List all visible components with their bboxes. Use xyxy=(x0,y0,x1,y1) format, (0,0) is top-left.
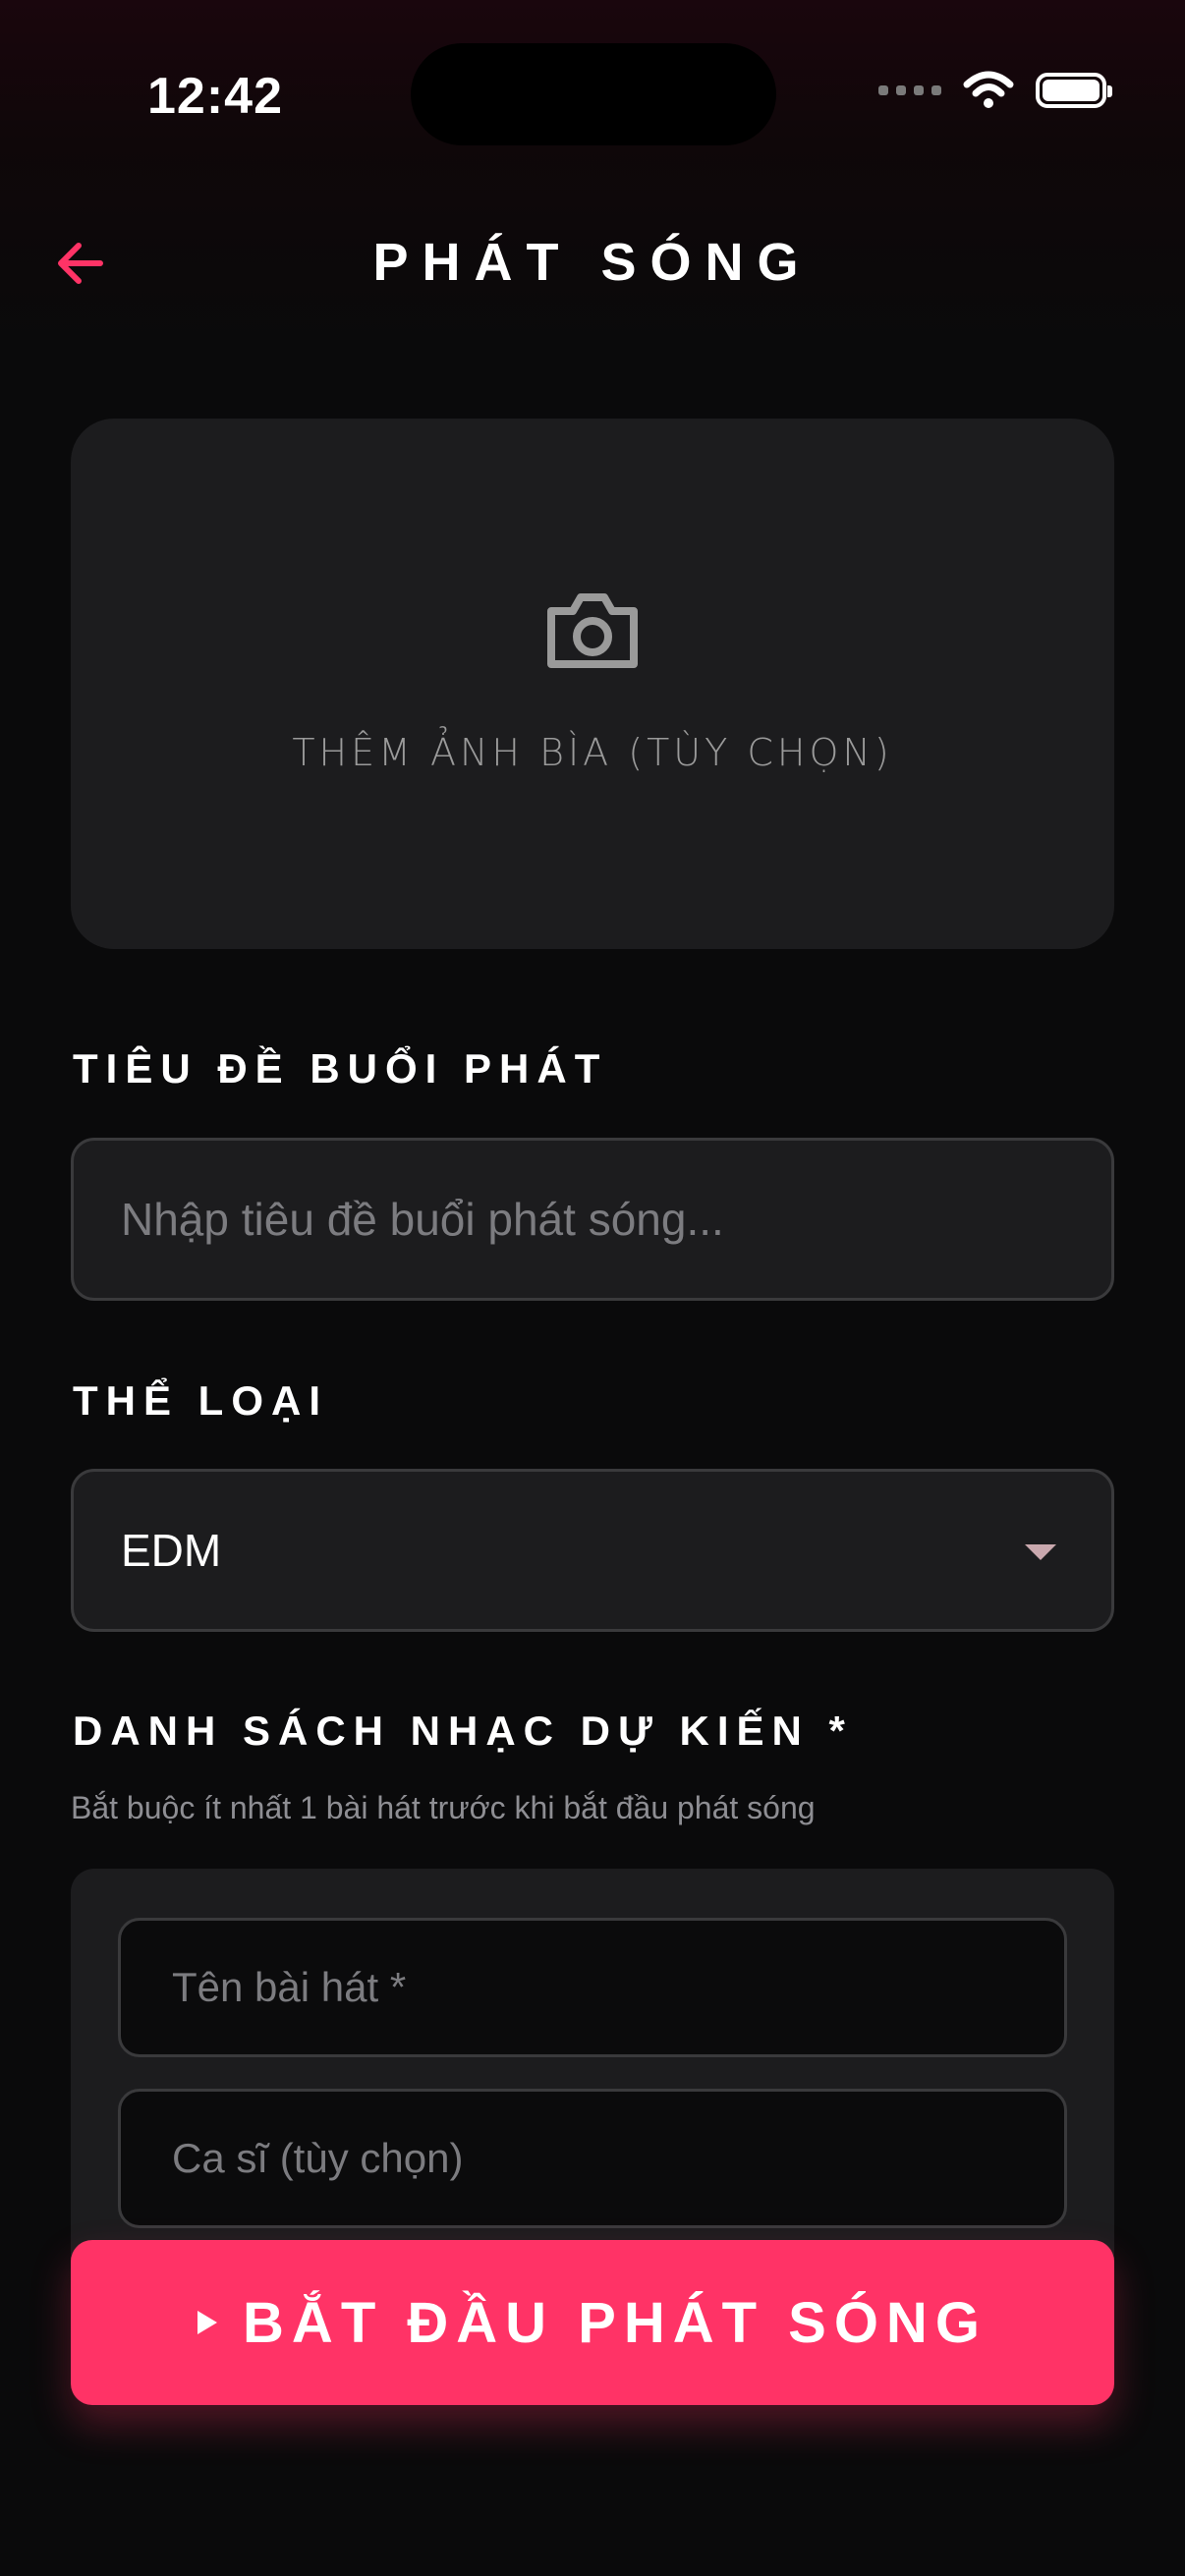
playlist-section-label: DANH SÁCH NHẠC DỰ KIẾN * xyxy=(73,1708,853,1754)
title-placeholder: Nhập tiêu đề buổi phát sóng... xyxy=(121,1194,724,1245)
artist-input[interactable]: Ca sĩ (tùy chọn) xyxy=(118,2089,1067,2228)
start-broadcast-label: BẮT ĐẦU PHÁT SÓNG xyxy=(243,2290,988,2355)
artist-placeholder: Ca sĩ (tùy chọn) xyxy=(172,2135,464,2181)
status-icons xyxy=(878,71,1112,110)
cover-image-picker[interactable] xyxy=(71,419,1114,949)
title-input[interactable]: Nhập tiêu đề buổi phát sóng... xyxy=(71,1138,1114,1301)
wifi-icon xyxy=(963,71,1014,108)
title-section-label: TIÊU ĐỀ BUỔI PHÁT xyxy=(73,1045,608,1092)
dynamic-island xyxy=(411,43,776,145)
genre-section-label: THỂ LOẠI xyxy=(73,1377,328,1424)
battery-icon xyxy=(1036,73,1112,108)
play-icon xyxy=(198,2311,218,2334)
genre-selected-value: EDM xyxy=(121,1525,222,1576)
genre-dropdown[interactable]: EDM xyxy=(71,1469,1114,1632)
status-time: 12:42 xyxy=(147,68,283,125)
cover-label: THÊM ẢNH BÌA (TÙY CHỌN) xyxy=(292,731,893,774)
camera-icon xyxy=(547,593,638,668)
start-broadcast-button[interactable]: BẮT ĐẦU PHÁT SÓNG xyxy=(71,2240,1114,2405)
song-title-input[interactable]: Tên bài hát * xyxy=(118,1918,1067,2057)
playlist-helper-text: Bắt buộc ít nhất 1 bài hát trước khi bắt… xyxy=(71,1790,816,1825)
cellular-signal-icon xyxy=(878,85,941,95)
page-title: PHÁT SÓNG xyxy=(372,233,813,292)
chevron-down-icon xyxy=(1025,1544,1056,1560)
song-title-placeholder: Tên bài hát * xyxy=(172,1964,407,2010)
